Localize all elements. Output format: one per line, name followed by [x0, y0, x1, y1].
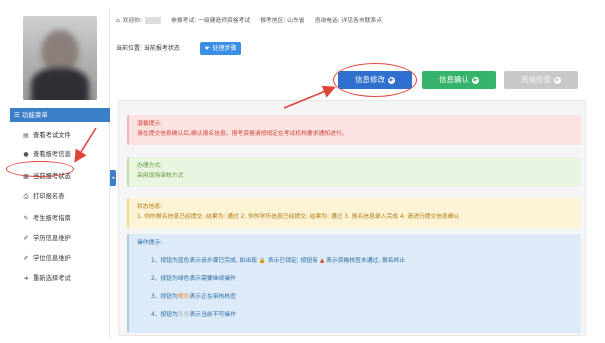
printer-icon: ⎙	[23, 193, 29, 200]
sidebar-item-education[interactable]: ✐ 学历信息维护	[10, 230, 110, 248]
region-text: 报考地区: 山东省	[260, 18, 305, 24]
welcome-text: 欢迎你:	[122, 18, 143, 24]
steps-button[interactable]: ☛ 处理步骤	[200, 42, 242, 55]
breadcrumb: 当前位置: 当前报考状态	[116, 45, 180, 52]
hand-icon: ☛	[205, 45, 211, 52]
instruction-step: 1、按钮为蓝色表示该步骤已完成, 如出现 🔒 表示已锁定; 按钮有 ▲ 表示资格…	[151, 258, 406, 264]
instruction-step: 4、按钮为灰色表示当前不可操作	[151, 312, 236, 318]
qualification-check-button: 资格检查 ▶	[504, 71, 578, 89]
sidebar-item-guide[interactable]: ✎ 考生报考指南	[10, 210, 110, 228]
exam-text: 参报考试: 一级建造师资格考试	[171, 18, 251, 24]
edit-icon: ✐	[23, 255, 29, 262]
arrow-icon: ➜	[23, 275, 29, 282]
topbar: ⌂ 欢迎你: 参报考试: 一级建造师资格考试 报考地区: 山东省 咨询电话: 详见各市联…	[116, 14, 586, 28]
instruction-step: 3、按钮为橙色表示正在审核核查	[151, 294, 236, 300]
notice-method: 办理方式: 采用现场审核方式	[127, 157, 581, 187]
notice-instructions: 操作提示: 1、按钮为蓝色表示该步骤已完成, 如出现 🔒 表示已锁定; 按钮有 …	[127, 234, 581, 333]
main-content: 温馨提示: 请在提交信息确认后,确认报名信息。报考资格请按规定在考试机构要求通知…	[118, 100, 586, 336]
menu-icon: ☰	[14, 111, 20, 119]
sidebar-item-exam-files[interactable]: ▤ 查看考试文件	[10, 127, 110, 145]
phone-text: 咨询电话: 详见各市联系点	[314, 18, 383, 24]
app-frame: ☰ 功能菜单 ▤ 查看考试文件 ● 查看报考信息 ▦ 当前报考状态 ⎙ 打印报名表 ✎ 考…	[0, 0, 605, 343]
home-icon: ⌂	[116, 18, 120, 24]
instruction-step: 2、按钮为绿色表示需要继续操作	[151, 276, 236, 282]
annotation-ring-edit	[333, 63, 417, 97]
sidebar-menu-title: ☰ 功能菜单	[10, 108, 110, 122]
warning-icon: ▲	[319, 258, 325, 264]
notice-status: 状态信息: 1. 你的报名信息已经提交, 结果为: 通过 2. 你的学历信息已经…	[127, 198, 581, 228]
lock-icon: 🔒	[258, 258, 266, 264]
edit-icon: ✐	[23, 235, 29, 242]
arrow-right-icon: ▶	[554, 76, 561, 84]
sidebar-collapse-toggle[interactable]: ◂	[110, 170, 116, 186]
sidebar-item-print-form[interactable]: ⎙ 打印报名表	[10, 188, 110, 206]
notice-warning: 温馨提示: 请在提交信息确认后,确认报名信息。报考资格请按规定在考试机构要求通知…	[127, 115, 581, 145]
confirm-info-button[interactable]: 信息确认 ▶	[422, 71, 496, 89]
chevron-left-icon: ◂	[111, 175, 115, 181]
annotation-ring-sidebar	[6, 161, 74, 177]
document-icon: ▤	[23, 132, 29, 139]
sidebar-item-reselect-exam[interactable]: ➜ 重新选择考试	[10, 270, 110, 288]
masked-username	[145, 17, 162, 24]
arrow-right-icon: ▶	[472, 76, 479, 84]
guide-icon: ✎	[23, 215, 29, 222]
sidebar-item-degree[interactable]: ✐ 学位信息维护	[10, 250, 110, 268]
avatar	[23, 16, 97, 100]
